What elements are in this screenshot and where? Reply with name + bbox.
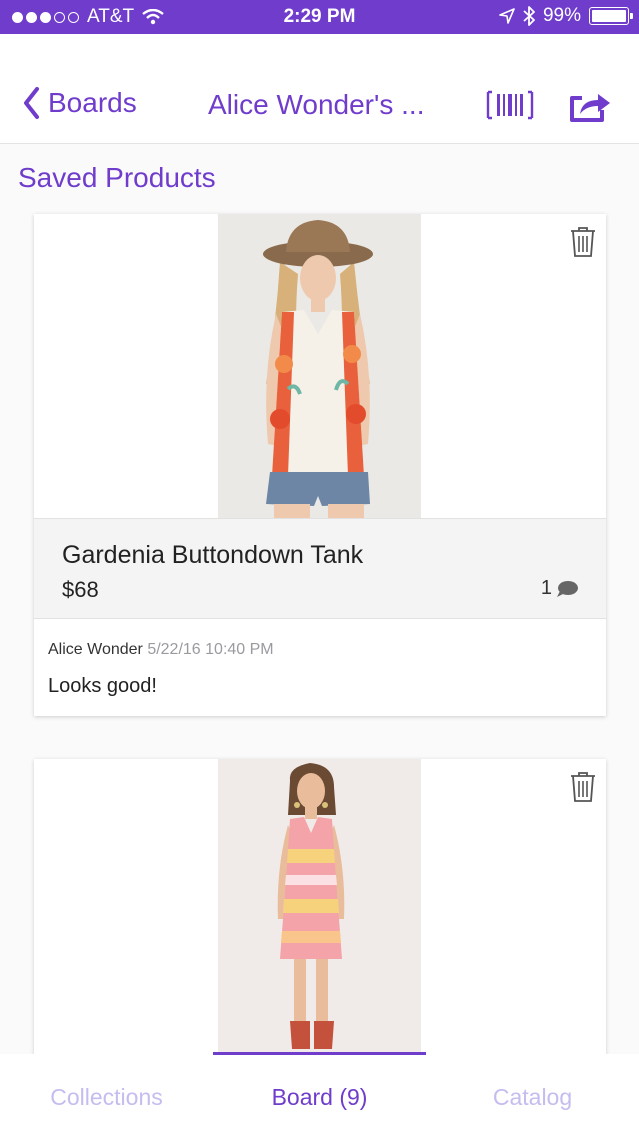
status-bar: AT&T 2:29 PM 99% <box>0 0 639 34</box>
product-info-panel[interactable]: Gardenia Buttondown Tank $68 1 <box>34 518 606 619</box>
navigation-bar: Boards Alice Wonder's ... <box>0 34 639 144</box>
comment-count: 1 <box>540 577 552 599</box>
tab-board[interactable]: Board (9) <box>213 1084 426 1111</box>
product-card[interactable]: Gardenia Buttondown Tank $68 1 Alice Won… <box>34 214 606 716</box>
tab-collections[interactable]: Collections <box>0 1084 213 1111</box>
product-image[interactable] <box>218 759 421 1054</box>
back-button-label: Boards <box>48 87 137 118</box>
section-title: Saved Products <box>18 162 216 193</box>
trash-icon <box>571 227 595 257</box>
comment-count-button[interactable]: 1 <box>541 577 578 600</box>
back-button[interactable]: Boards <box>22 86 137 120</box>
battery-icon <box>589 7 633 25</box>
product-card[interactable] <box>34 759 606 1054</box>
status-right: 99% <box>499 5 633 27</box>
share-icon <box>570 94 610 122</box>
chevron-left-icon <box>24 87 39 119</box>
comment-text: Looks good! <box>48 675 157 697</box>
share-button[interactable] <box>568 84 612 124</box>
product-photo-model-tank <box>218 214 421 518</box>
location-arrow-icon <box>499 8 515 24</box>
comment-date: 5/22/16 10:40 PM <box>147 641 274 658</box>
comment-meta: Alice Wonder 5/22/16 10:40 PM <box>48 641 274 659</box>
battery-percent: 99% <box>542 5 581 26</box>
barcode-icon <box>486 90 534 120</box>
active-tab-indicator <box>213 1052 426 1055</box>
comment: Alice Wonder 5/22/16 10:40 PM Looks good… <box>34 619 606 716</box>
tab-bar: Collections Board (9) Catalog <box>0 1052 639 1136</box>
barcode-scan-button[interactable] <box>486 88 534 122</box>
comment-author: Alice Wonder <box>48 641 143 658</box>
bluetooth-icon <box>523 6 535 26</box>
product-name: Gardenia Buttondown Tank <box>62 541 364 569</box>
tab-catalog[interactable]: Catalog <box>426 1084 639 1111</box>
product-photo-model-dress <box>218 759 421 1054</box>
product-image[interactable] <box>218 214 421 518</box>
trash-icon <box>571 772 595 802</box>
page-title: Alice Wonder's ... <box>208 89 425 120</box>
product-price: $68 <box>62 577 99 602</box>
board-content[interactable]: Saved Products Gardenia Buttondown Tank … <box>0 144 639 1054</box>
speech-bubble-icon <box>557 580 578 597</box>
delete-product-button[interactable] <box>570 771 596 803</box>
delete-product-button[interactable] <box>570 226 596 258</box>
